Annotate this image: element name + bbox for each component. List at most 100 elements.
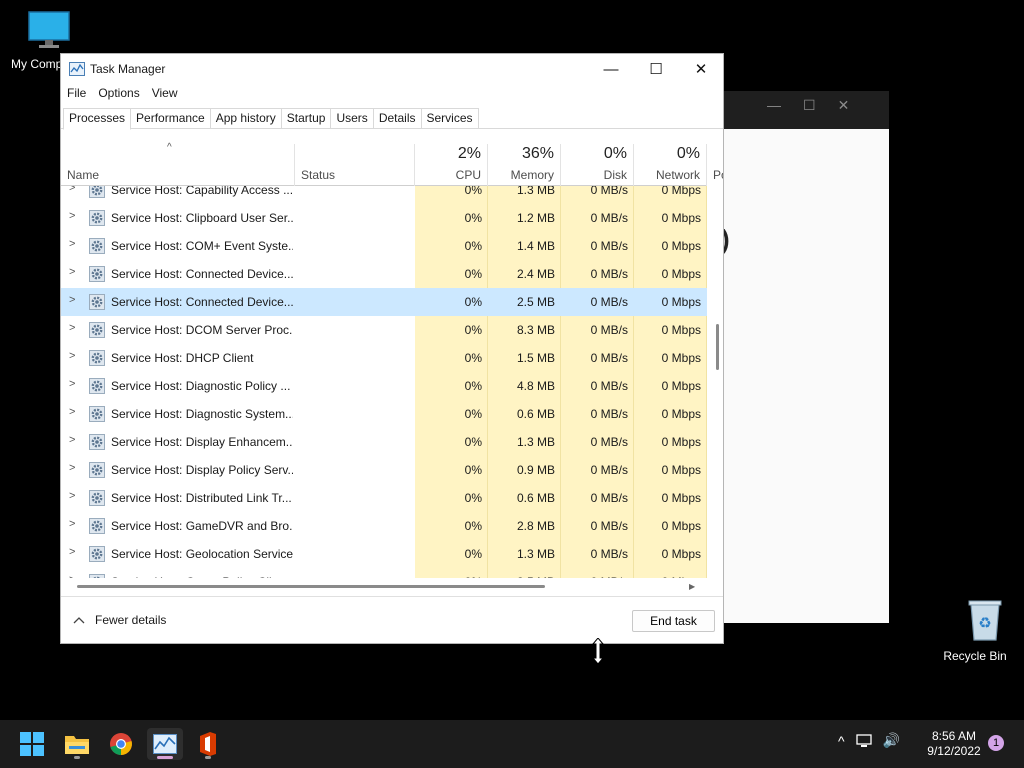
taskbar-office[interactable] bbox=[190, 728, 226, 760]
tab-details[interactable]: Details bbox=[373, 108, 422, 129]
expand-chevron-icon[interactable]: > bbox=[69, 518, 81, 530]
system-tray: ^ 🔊 bbox=[838, 732, 900, 749]
process-net: 0 Mbps bbox=[661, 407, 701, 421]
column-memory[interactable]: 36% Memory bbox=[488, 144, 561, 186]
expand-chevron-icon[interactable]: > bbox=[69, 574, 81, 578]
volume-icon[interactable]: 🔊 bbox=[883, 732, 900, 749]
tab-processes[interactable]: Processes bbox=[63, 108, 132, 130]
column-status[interactable]: Status bbox=[295, 144, 415, 186]
network-icon[interactable] bbox=[855, 733, 873, 749]
expand-chevron-icon[interactable]: > bbox=[69, 266, 81, 278]
title-bar[interactable]: Task Manager — ☐ ✕ bbox=[61, 54, 723, 84]
table-row[interactable]: > Service Host: Clipboard User Ser... 0% 1.… bbox=[61, 204, 707, 232]
scroll-right-icon[interactable]: ▶ bbox=[689, 582, 695, 591]
horizontal-scrollbar-thumb[interactable] bbox=[77, 585, 545, 588]
tab-startup[interactable]: Startup bbox=[281, 108, 332, 129]
close-button[interactable]: ✕ bbox=[678, 54, 723, 84]
task-manager-app-icon bbox=[69, 62, 85, 76]
maximize-button[interactable]: ☐ bbox=[633, 54, 679, 84]
column-disk[interactable]: 0% Disk bbox=[561, 144, 634, 186]
end-task-button[interactable]: End task bbox=[632, 610, 715, 632]
column-name[interactable]: ^ Name bbox=[61, 142, 295, 186]
column-memory-label: Memory bbox=[510, 168, 554, 182]
folder-icon bbox=[65, 736, 89, 754]
table-row[interactable]: > Service Host: Diagnostic Policy ... 0% 4.… bbox=[61, 372, 707, 400]
table-row[interactable]: > Service Host: Geolocation Service 0% 1.3 … bbox=[61, 540, 707, 568]
gear-icon bbox=[89, 294, 105, 310]
expand-chevron-icon[interactable]: > bbox=[69, 434, 81, 446]
process-name: Service Host: GameDVR and Bro... bbox=[111, 519, 293, 533]
process-mem: 4.8 MB bbox=[516, 379, 555, 393]
clock[interactable]: 8:56 AM 9/12/2022 bbox=[918, 729, 990, 759]
table-row[interactable]: > Service Host: COM+ Event Syste... 0% 1.4 … bbox=[61, 232, 707, 260]
table-row[interactable]: > Service Host: Display Enhancem... 0% 1.3 … bbox=[61, 428, 707, 456]
process-disk: 0 MB/s bbox=[590, 351, 628, 365]
column-power[interactable]: Po bbox=[707, 144, 723, 186]
taskbar-file-explorer[interactable] bbox=[59, 728, 95, 760]
tab-services[interactable]: Services bbox=[421, 108, 479, 129]
monitor-icon bbox=[28, 11, 70, 48]
table-row[interactable]: > Service Host: Display Policy Serv... 0% 0… bbox=[61, 456, 707, 484]
gear-icon bbox=[89, 350, 105, 366]
table-row-selected[interactable]: > Service Host: Connected Device... 0% 2.5 … bbox=[61, 288, 707, 316]
process-net: 0 Mbps bbox=[661, 295, 701, 309]
table-row[interactable]: > Service Host: Group Policy Client 0% 3.5 … bbox=[61, 568, 707, 578]
minimize-button[interactable]: — bbox=[588, 54, 634, 84]
table-row[interactable]: > Service Host: Capability Access ... 0% 1.… bbox=[61, 186, 707, 204]
menu-bar: File Options View bbox=[61, 84, 184, 106]
column-network[interactable]: 0% Network bbox=[634, 144, 707, 186]
process-name: Service Host: COM+ Event Syste... bbox=[111, 239, 293, 253]
expand-chevron-icon[interactable]: > bbox=[69, 462, 81, 474]
process-mem: 1.4 MB bbox=[516, 239, 555, 253]
tab-app-history[interactable]: App history bbox=[210, 108, 282, 129]
expand-chevron-icon[interactable]: > bbox=[69, 210, 81, 222]
recycle-bin-desktop-icon[interactable]: ♻ Recycle Bin bbox=[935, 598, 1015, 663]
expand-chevron-icon[interactable]: > bbox=[69, 350, 81, 362]
menu-file[interactable]: File bbox=[61, 84, 92, 106]
window-title: Task Manager bbox=[90, 62, 166, 76]
table-row[interactable]: > Service Host: GameDVR and Bro... 0% 2.8 M… bbox=[61, 512, 707, 540]
table-row[interactable]: > Service Host: DCOM Server Proc... 0% 8.3 … bbox=[61, 316, 707, 344]
taskbar-task-manager[interactable] bbox=[147, 728, 183, 760]
disk-total-percent: 0% bbox=[603, 145, 627, 162]
expand-chevron-icon[interactable]: > bbox=[69, 294, 81, 306]
taskbar-chrome[interactable] bbox=[103, 728, 139, 760]
table-row[interactable]: > Service Host: Connected Device... 0% 2.4 … bbox=[61, 260, 707, 288]
tab-users[interactable]: Users bbox=[331, 108, 374, 129]
vertical-scrollbar-thumb[interactable] bbox=[716, 324, 719, 370]
fewer-details-button[interactable]: Fewer details bbox=[73, 613, 166, 627]
bg-close-icon[interactable]: ✕ bbox=[838, 97, 850, 114]
process-disk: 0 MB/s bbox=[590, 323, 628, 337]
process-name: Service Host: Diagnostic Policy ... bbox=[111, 379, 291, 393]
expand-chevron-icon[interactable]: > bbox=[69, 238, 81, 250]
notification-badge[interactable]: 1 bbox=[988, 735, 1004, 751]
menu-view[interactable]: View bbox=[146, 84, 184, 106]
table-row[interactable]: > Service Host: Diagnostic System... 0% 0.6… bbox=[61, 400, 707, 428]
start-button[interactable] bbox=[14, 728, 50, 760]
fewer-details-label: Fewer details bbox=[95, 613, 167, 627]
expand-chevron-icon[interactable]: > bbox=[69, 186, 81, 194]
process-name: Service Host: Display Policy Serv... bbox=[111, 463, 293, 477]
tab-performance[interactable]: Performance bbox=[131, 108, 211, 129]
process-name: Service Host: Geolocation Service bbox=[111, 547, 293, 561]
expand-chevron-icon[interactable]: > bbox=[69, 378, 81, 390]
chevron-up-icon[interactable]: ^ bbox=[838, 733, 845, 749]
process-mem: 3.5 MB bbox=[488, 575, 555, 578]
task-manager-window[interactable]: Task Manager — ☐ ✕ File Options View Pro… bbox=[60, 53, 724, 644]
expand-chevron-icon[interactable]: > bbox=[69, 490, 81, 502]
table-row[interactable]: > Service Host: DHCP Client 0% 1.5 MB 0 MB/s… bbox=[61, 344, 707, 372]
process-cpu: 0% bbox=[464, 239, 482, 253]
expand-chevron-icon[interactable]: > bbox=[69, 546, 81, 558]
bg-minimize-icon[interactable]: — bbox=[767, 97, 781, 114]
clock-time: 8:56 AM bbox=[931, 729, 977, 743]
process-disk: 0 MB/s bbox=[590, 211, 628, 225]
expand-chevron-icon[interactable]: > bbox=[69, 406, 81, 418]
process-disk: 0 MB/s bbox=[561, 575, 628, 578]
table-row[interactable]: > Service Host: Distributed Link Tr... 0% 0… bbox=[61, 484, 707, 512]
column-cpu[interactable]: 2% CPU bbox=[415, 144, 488, 186]
bg-maximize-icon[interactable]: ☐ bbox=[803, 97, 816, 114]
background-window[interactable]: — ☐ ✕ ) bbox=[721, 91, 889, 623]
menu-options[interactable]: Options bbox=[92, 84, 145, 106]
expand-chevron-icon[interactable]: > bbox=[69, 322, 81, 334]
footer-bar: Fewer details End task bbox=[61, 596, 723, 643]
